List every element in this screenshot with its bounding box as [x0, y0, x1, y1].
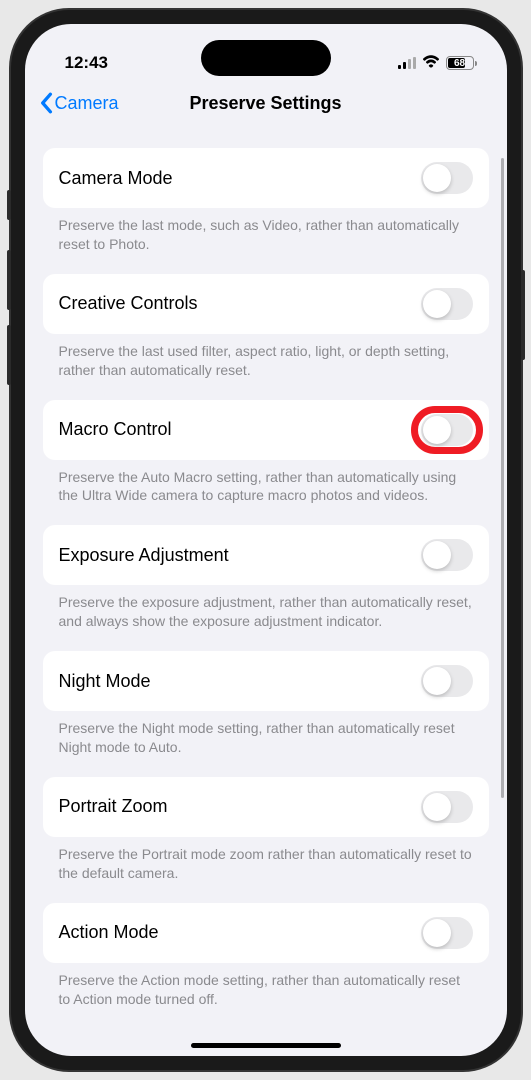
- screen: 12:43 68: [25, 24, 507, 1056]
- toggle-knob: [423, 541, 451, 569]
- back-label: Camera: [55, 93, 119, 114]
- toggle-knob: [423, 416, 451, 444]
- side-button: [521, 270, 525, 360]
- setting-label: Action Mode: [59, 922, 159, 943]
- status-time: 12:43: [65, 53, 108, 73]
- settings-list[interactable]: Camera Mode Preserve the last mode, such…: [25, 130, 507, 1044]
- side-button: [7, 325, 11, 385]
- setting-description: Preserve the last mode, such as Video, r…: [43, 208, 489, 254]
- nav-header: Camera Preserve Settings: [25, 82, 507, 130]
- toggle-knob: [423, 290, 451, 318]
- toggle-knob: [423, 793, 451, 821]
- setting-group: Creative Controls Preserve the last used…: [43, 274, 489, 380]
- setting-group: Night Mode Preserve the Night mode setti…: [43, 651, 489, 757]
- battery-icon: 68: [446, 56, 477, 70]
- toggle-action-mode[interactable]: [421, 917, 473, 949]
- back-button[interactable]: Camera: [39, 92, 119, 114]
- setting-exposure-adjustment: Exposure Adjustment: [43, 525, 489, 585]
- setting-description: Preserve the exposure adjustment, rather…: [43, 585, 489, 631]
- setting-description: Preserve the Action mode setting, rather…: [43, 963, 489, 1009]
- chevron-left-icon: [39, 92, 53, 114]
- setting-group: Camera Mode Preserve the last mode, such…: [43, 148, 489, 254]
- setting-description: Preserve the Portrait mode zoom rather t…: [43, 837, 489, 883]
- home-indicator[interactable]: [191, 1043, 341, 1048]
- wifi-icon: [422, 54, 440, 73]
- setting-label: Macro Control: [59, 419, 172, 440]
- setting-portrait-zoom: Portrait Zoom: [43, 777, 489, 837]
- toggle-night-mode[interactable]: [421, 665, 473, 697]
- setting-night-mode: Night Mode: [43, 651, 489, 711]
- setting-label: Exposure Adjustment: [59, 545, 229, 566]
- scroll-indicator[interactable]: [501, 158, 504, 798]
- setting-description: Preserve the Night mode setting, rather …: [43, 711, 489, 757]
- toggle-exposure-adjustment[interactable]: [421, 539, 473, 571]
- toggle-knob: [423, 667, 451, 695]
- toggle-camera-mode[interactable]: [421, 162, 473, 194]
- toggle-knob: [423, 164, 451, 192]
- page-title: Preserve Settings: [189, 93, 341, 114]
- setting-group: Exposure Adjustment Preserve the exposur…: [43, 525, 489, 631]
- signal-icon: [398, 57, 416, 69]
- setting-description: Preserve the Auto Macro setting, rather …: [43, 460, 489, 506]
- phone-frame: 12:43 68: [11, 10, 521, 1070]
- setting-macro-control: Macro Control: [43, 400, 489, 460]
- toggle-creative-controls[interactable]: [421, 288, 473, 320]
- setting-label: Creative Controls: [59, 293, 198, 314]
- setting-label: Camera Mode: [59, 168, 173, 189]
- setting-action-mode: Action Mode: [43, 903, 489, 963]
- toggle-portrait-zoom[interactable]: [421, 791, 473, 823]
- status-icons: 68: [398, 54, 477, 73]
- setting-label: Portrait Zoom: [59, 796, 168, 817]
- setting-description: Preserve the last used filter, aspect ra…: [43, 334, 489, 380]
- setting-camera-mode: Camera Mode: [43, 148, 489, 208]
- setting-group: Action Mode Preserve the Action mode set…: [43, 903, 489, 1009]
- side-button: [7, 190, 11, 220]
- side-button: [7, 250, 11, 310]
- toggle-knob: [423, 919, 451, 947]
- toggle-macro-control[interactable]: [421, 414, 473, 446]
- setting-group: Macro Control Preserve the Auto Macro se…: [43, 400, 489, 506]
- setting-creative-controls: Creative Controls: [43, 274, 489, 334]
- setting-group: Portrait Zoom Preserve the Portrait mode…: [43, 777, 489, 883]
- setting-label: Night Mode: [59, 671, 151, 692]
- dynamic-island: [201, 40, 331, 76]
